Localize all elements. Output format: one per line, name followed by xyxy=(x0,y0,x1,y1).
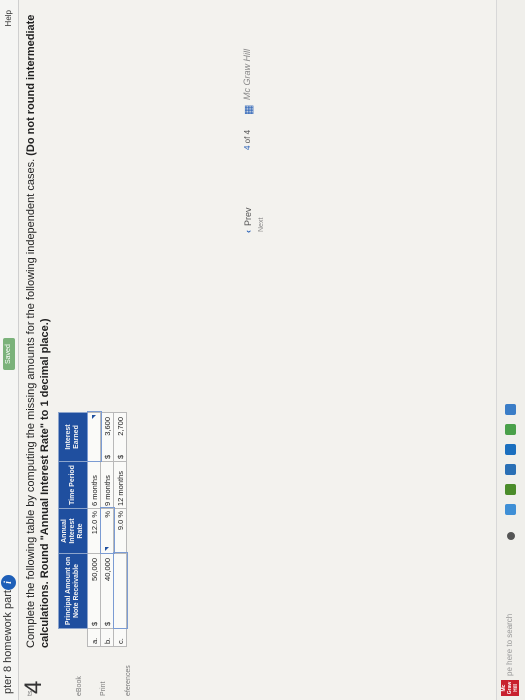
word-icon[interactable] xyxy=(505,404,516,415)
rate-cell: 9.0 % xyxy=(113,508,127,554)
interest-cell: $ 2,700 xyxy=(113,412,127,462)
question-instructions: Complete the following table by computin… xyxy=(24,8,52,648)
time-cell: 12 months xyxy=(113,461,127,509)
rate-input[interactable]: % xyxy=(100,505,114,557)
header-time: Time Period xyxy=(58,461,88,509)
question-number: 4 xyxy=(20,680,47,694)
taskbar: Mc Graw Hill pe here to search xyxy=(496,0,525,700)
rate-value: 12.0 xyxy=(89,519,99,535)
table-row: a. $ 50,000 12.0 % 6 months xyxy=(87,408,101,647)
brand-logo: Mc Graw Hill xyxy=(242,49,252,100)
input-marker-icon xyxy=(92,415,96,419)
assignment-title: pter 8 homework part I xyxy=(2,583,14,694)
chevron-left-icon: ‹ xyxy=(243,230,253,233)
rate-value: 9.0 xyxy=(115,519,125,531)
help-link[interactable]: Help xyxy=(4,10,13,26)
interest-value: 3,600 xyxy=(102,417,112,436)
mail-icon[interactable] xyxy=(505,444,516,455)
interest-input[interactable] xyxy=(87,408,101,466)
principal-cell: $ 40,000 xyxy=(100,553,114,629)
interest-value: 2,700 xyxy=(115,417,125,436)
percent-sign: % xyxy=(102,511,112,518)
header-blank xyxy=(58,628,88,647)
principal-value: 40,000 xyxy=(102,558,112,581)
input-marker-icon xyxy=(105,547,109,551)
row-label: c. xyxy=(113,628,127,647)
grid-icon[interactable]: ▦ xyxy=(242,105,255,115)
percent-sign: % xyxy=(115,511,125,518)
chrome-icon[interactable] xyxy=(505,484,516,495)
percent-sign: % xyxy=(89,511,99,518)
interest-cell: $ 3,600 xyxy=(100,412,114,462)
sidebar-item-ebook[interactable]: eBook xyxy=(76,676,83,696)
dollar-sign: $ xyxy=(102,454,112,459)
info-icon[interactable]: i xyxy=(1,575,16,590)
header-principal: Principal Amount on Note Receivable xyxy=(58,553,88,629)
store-icon[interactable] xyxy=(505,424,516,435)
files-icon[interactable] xyxy=(505,464,516,475)
principal-cell: $ 50,000 xyxy=(87,553,101,629)
header-rate: Annual Interest Rate xyxy=(58,508,88,554)
header-interest: Interest Earned xyxy=(58,412,88,462)
saved-badge: Saved xyxy=(3,338,15,370)
mcgraw-hill-logo: Mc Graw Hill xyxy=(501,680,519,696)
row-label: b. xyxy=(100,628,114,647)
table-header-row: Principal Amount on Note Receivable Annu… xyxy=(58,412,88,647)
rotated-screen: pter 8 homework part I i Saved Help ts e… xyxy=(0,0,525,700)
table-row: c. 9.0 % 12 months $ 2,700 xyxy=(113,412,127,647)
row-label: a. xyxy=(87,628,101,647)
rate-cell: 12.0 % xyxy=(87,508,101,554)
principal-input[interactable] xyxy=(113,547,127,635)
time-cell: 6 months xyxy=(87,461,101,509)
page-indicator: 4 of 4 xyxy=(243,130,252,150)
edge-icon[interactable] xyxy=(505,504,516,515)
principal-value: 50,000 xyxy=(89,558,99,581)
table-row: b. $ 40,000 % 9 months $ 3,600 xyxy=(100,412,114,647)
instructions-text: Complete the following table by computin… xyxy=(25,158,37,648)
dollar-sign: $ xyxy=(115,454,125,459)
next-label[interactable]: Next xyxy=(258,218,265,232)
page-of: of 4 xyxy=(243,129,252,144)
prev-button[interactable]: ‹ Prev xyxy=(243,207,253,233)
dollar-sign: $ xyxy=(102,621,112,626)
taskbar-search[interactable]: pe here to search xyxy=(505,614,514,676)
sidebar-item-print[interactable]: Print xyxy=(100,682,107,696)
top-bar: pter 8 homework part I i Saved Help xyxy=(0,0,19,700)
prev-label: Prev xyxy=(243,207,253,226)
sidebar-item-references[interactable]: eferences xyxy=(125,665,132,696)
notes-table: Principal Amount on Note Receivable Annu… xyxy=(58,408,127,647)
time-cell: 9 months xyxy=(100,461,114,509)
dollar-sign: $ xyxy=(89,621,99,626)
page-current: 4 xyxy=(243,145,252,150)
cortana-icon[interactable] xyxy=(507,532,515,540)
